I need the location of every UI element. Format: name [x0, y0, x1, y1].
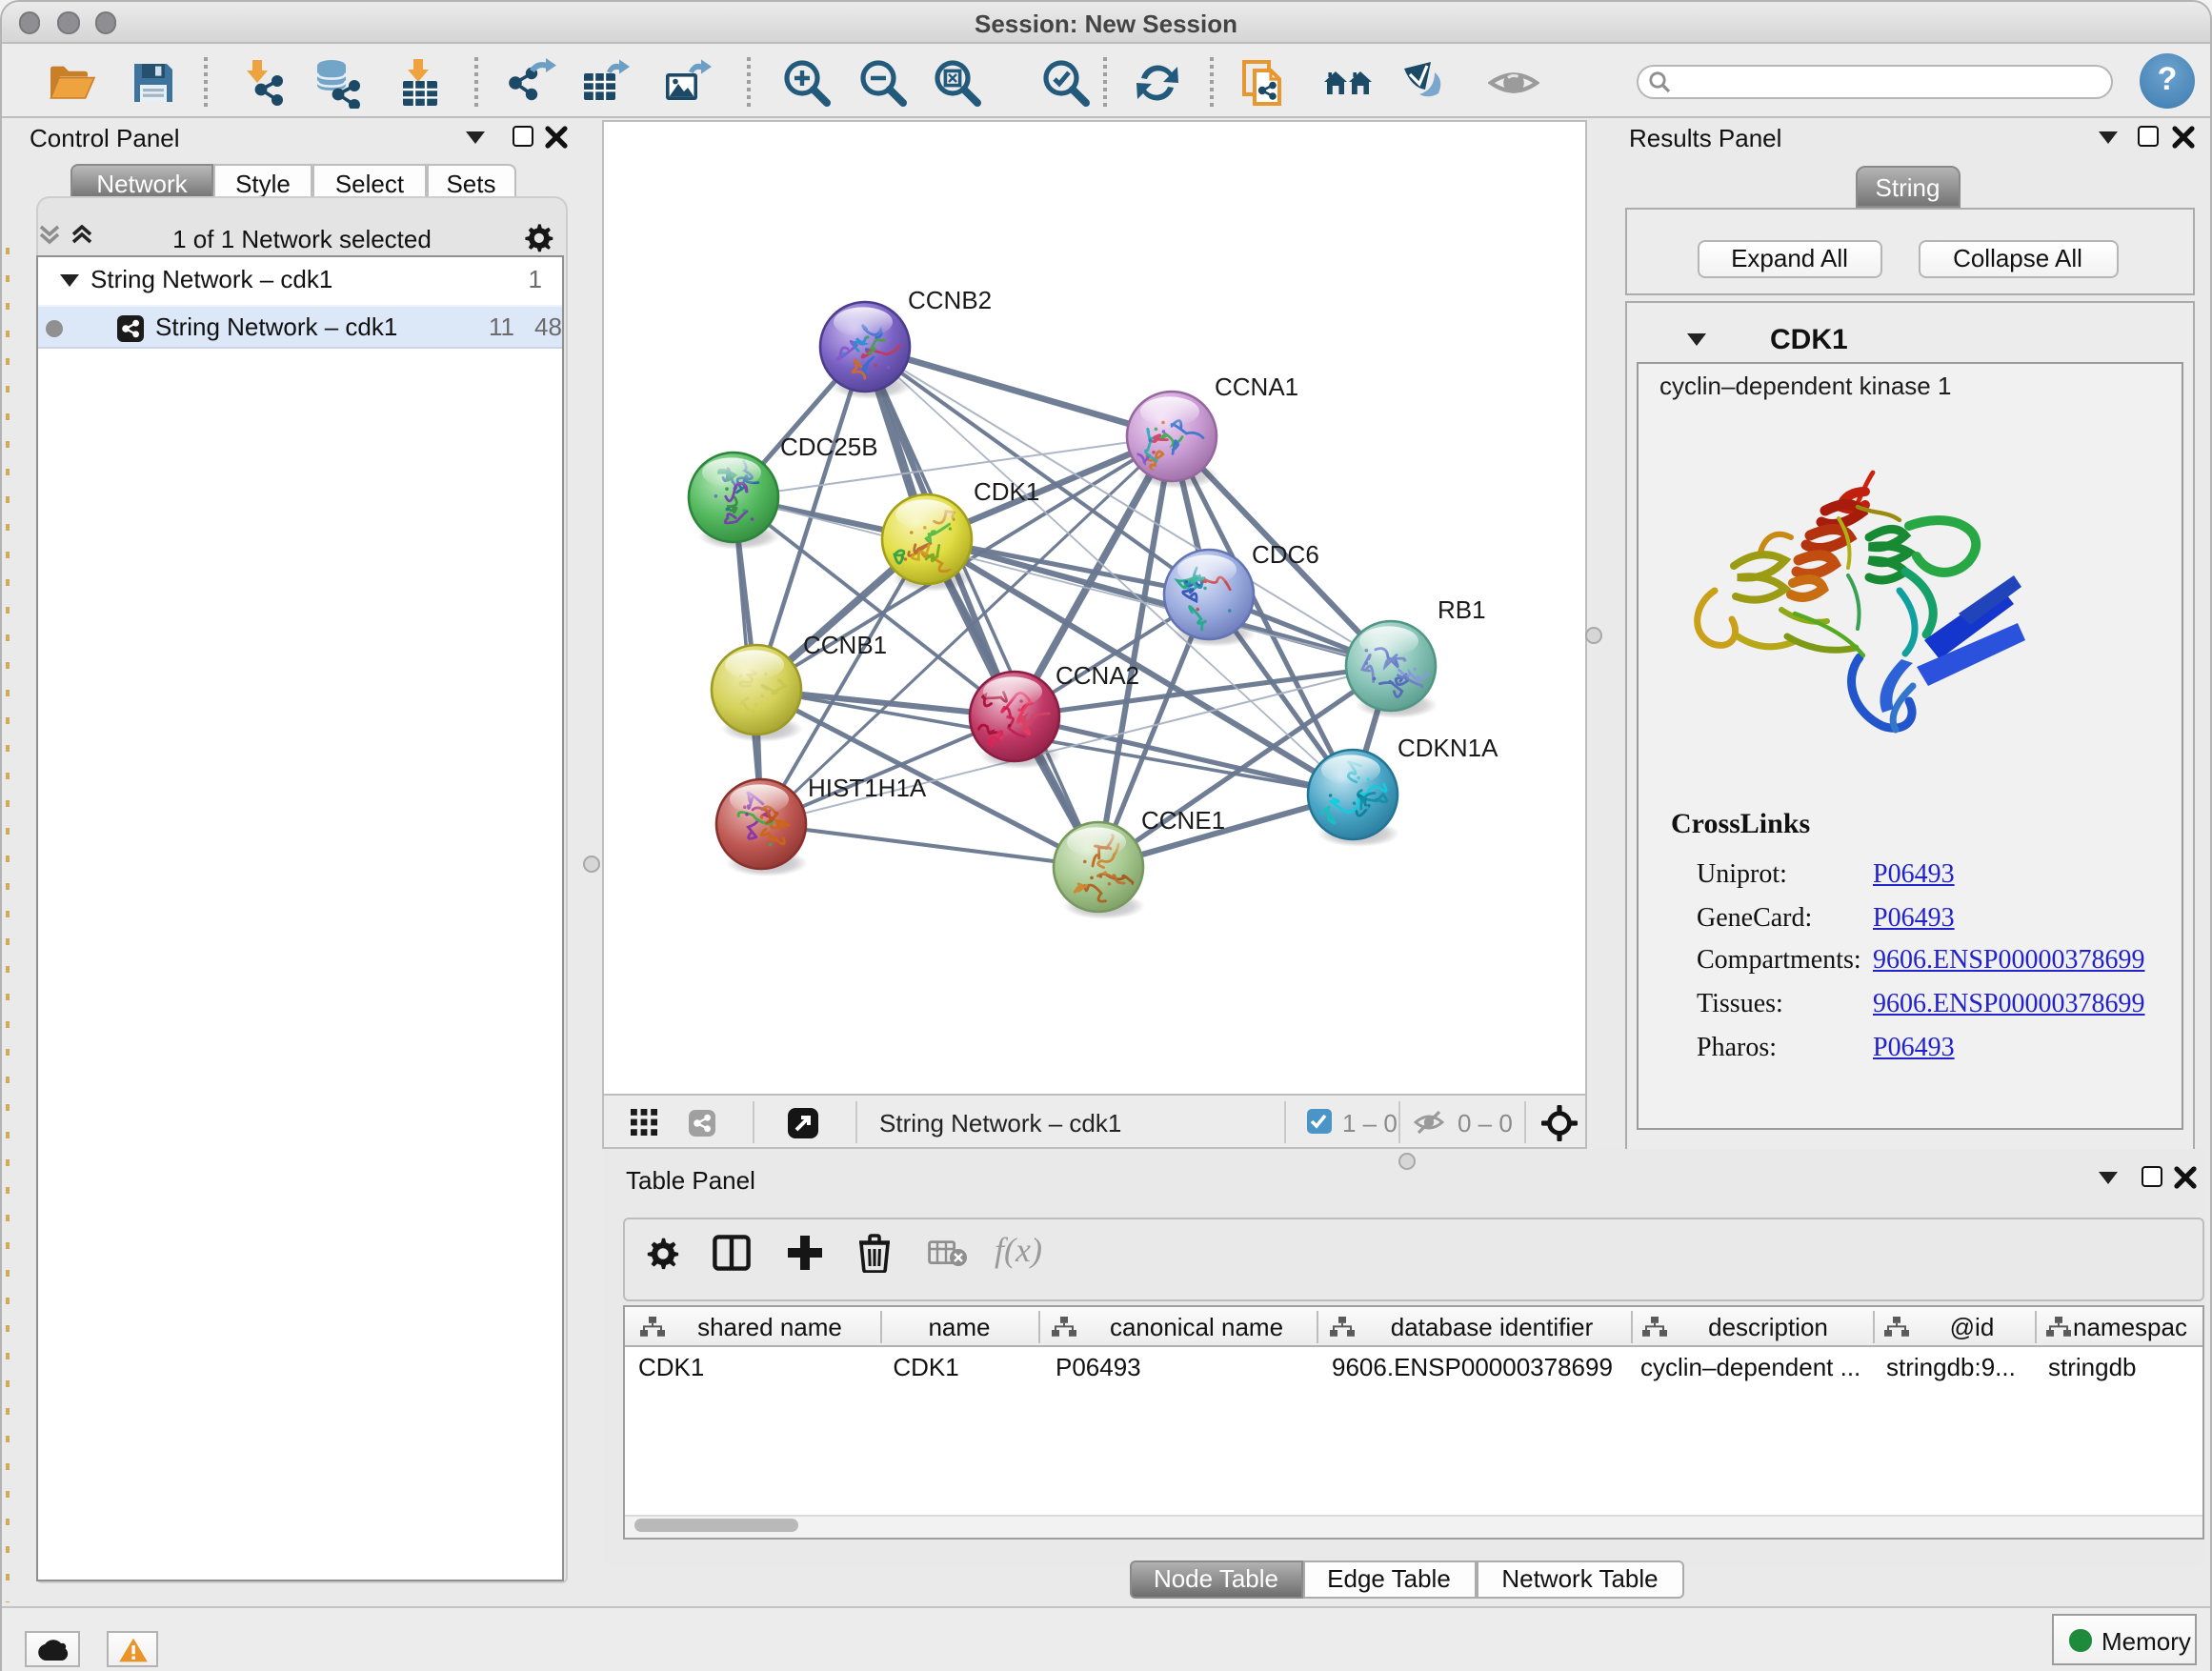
- svg-text:RB1: RB1: [1438, 595, 1486, 624]
- svg-text:CCNA2: CCNA2: [1056, 661, 1139, 690]
- svg-text:CDC6: CDC6: [1252, 540, 1319, 569]
- svg-text:CDC25B: CDC25B: [780, 433, 878, 461]
- svg-text:CCNB1: CCNB1: [803, 631, 887, 659]
- svg-text:CCNA1: CCNA1: [1215, 372, 1298, 401]
- svg-text:CDK1: CDK1: [974, 477, 1039, 506]
- svg-text:CCNB2: CCNB2: [908, 286, 992, 314]
- svg-text:CCNE1: CCNE1: [1141, 806, 1225, 835]
- svg-text:HIST1H1A: HIST1H1A: [808, 774, 927, 802]
- svg-text:CDKN1A: CDKN1A: [1398, 734, 1498, 762]
